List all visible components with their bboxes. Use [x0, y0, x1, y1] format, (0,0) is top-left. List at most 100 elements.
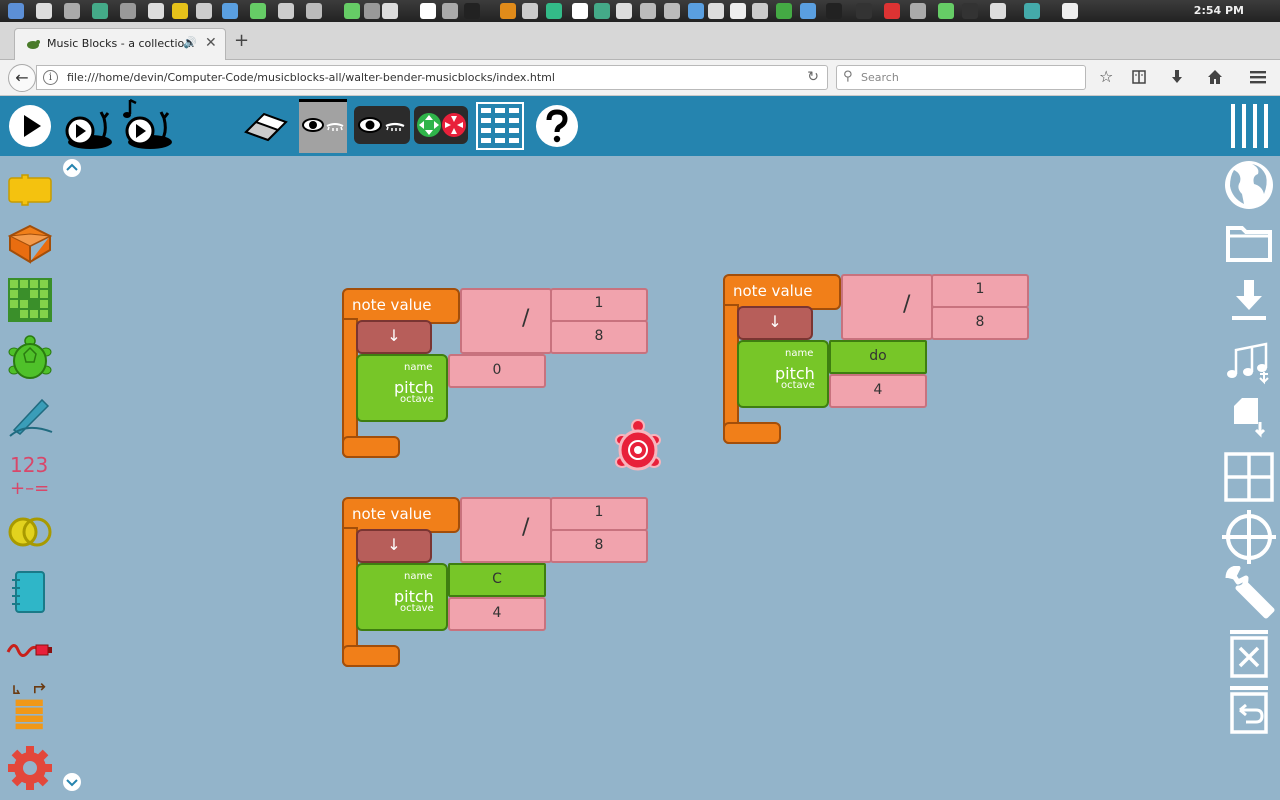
taskbar-app-icon[interactable] [752, 3, 768, 19]
delete-trash-icon[interactable] [1222, 626, 1276, 680]
browser-tab[interactable]: Music Blocks - a collectio... 🔊 ✕ [14, 28, 226, 60]
taskbar-app-icon[interactable] [36, 3, 52, 19]
note-value-block-stack-1[interactable]: note value / 1 8 ↓ name pitch octave 0 [342, 288, 652, 460]
note-value-block-stack-2[interactable]: note value / 1 8 ↓ name pitch octave do … [723, 274, 1033, 446]
stack-arrows-palette-icon[interactable] [6, 682, 54, 730]
taskbar-app-icon[interactable] [8, 3, 24, 19]
reading-list-icon[interactable] [1131, 69, 1147, 85]
taskbar-app-icon[interactable] [800, 3, 816, 19]
taskbar-app-icon[interactable] [364, 3, 380, 19]
taskbar-app-icon[interactable] [500, 3, 516, 19]
taskbar-app-icon[interactable] [120, 3, 136, 19]
info-icon[interactable]: i [43, 70, 58, 85]
down-arrow-block[interactable]: ↓ [737, 306, 813, 340]
play-button-icon[interactable] [8, 104, 52, 148]
home-icon[interactable] [1207, 69, 1223, 85]
divide-block[interactable] [460, 288, 552, 354]
collapse-blocks-button[interactable] [354, 106, 410, 144]
taskbar-app-icon[interactable] [938, 3, 954, 19]
turtle-palette-icon[interactable] [6, 334, 54, 382]
taskbar-app-icon[interactable] [1062, 3, 1078, 19]
taskbar-app-icon[interactable] [546, 3, 562, 19]
taskbar-app-icon[interactable] [688, 3, 704, 19]
download-icon[interactable] [1169, 69, 1185, 85]
bookmark-star-icon[interactable]: ☆ [1099, 67, 1113, 86]
erase-eraser-icon[interactable] [242, 108, 290, 144]
taskbar-app-icon[interactable] [464, 3, 480, 19]
help-question-icon[interactable] [535, 104, 579, 148]
taskbar-app-icon[interactable] [826, 3, 842, 19]
taskbar-app-icon[interactable] [884, 3, 900, 19]
taskbar-app-icon[interactable] [442, 3, 458, 19]
taskbar-app-icon[interactable] [640, 3, 656, 19]
pen-palette-icon[interactable] [6, 392, 54, 440]
turtle-sprite-icon[interactable] [614, 418, 662, 474]
taskbar-app-icon[interactable] [344, 3, 360, 19]
taskbar-app-icon[interactable] [910, 3, 926, 19]
notebook-palette-icon[interactable] [6, 568, 54, 616]
hide-blocks-button[interactable] [299, 99, 347, 153]
taskbar-app-icon[interactable] [616, 3, 632, 19]
save-download-icon[interactable] [1222, 274, 1276, 328]
taskbar-app-icon[interactable] [594, 3, 610, 19]
taskbar-app-icon[interactable] [990, 3, 1006, 19]
matrix-grid-palette-icon[interactable] [6, 276, 54, 324]
language-globe-icon[interactable] [1222, 158, 1276, 212]
reload-icon[interactable]: ↻ [807, 69, 819, 85]
palette-scroll-up-icon[interactable] [62, 158, 82, 178]
divide-block[interactable] [841, 274, 933, 340]
rhythm-palette-icon[interactable] [6, 166, 54, 214]
taskbar-app-icon[interactable] [522, 3, 538, 19]
taskbar-app-icon[interactable] [92, 3, 108, 19]
speaker-icon[interactable]: 🔊 [183, 36, 197, 49]
back-button[interactable]: ← [8, 64, 36, 92]
down-arrow-block[interactable]: ↓ [356, 320, 432, 354]
open-folder-icon[interactable] [1222, 216, 1276, 270]
save-sheet-icon[interactable] [1222, 392, 1276, 446]
sensor-cable-palette-icon[interactable] [6, 626, 54, 674]
note-value-block-stack-3[interactable]: note value / 1 8 ↓ name pitch octave C 4 [342, 497, 652, 669]
wrench-settings-icon[interactable] [1222, 566, 1276, 620]
taskbar-app-icon[interactable] [382, 3, 398, 19]
taskbar-app-icon[interactable] [196, 3, 212, 19]
restore-trash-icon[interactable] [1222, 682, 1276, 736]
expand-collapse-button[interactable] [414, 106, 468, 144]
taskbar-app-icon[interactable] [420, 3, 436, 19]
taskbar-app-icon[interactable] [572, 3, 588, 19]
taskbar-app-icon[interactable] [730, 3, 746, 19]
number-palette-icon[interactable]: 123 +–= [6, 450, 54, 498]
crosshair-center-icon[interactable] [1222, 510, 1276, 564]
taskbar-app-icon[interactable] [148, 3, 164, 19]
taskbar-app-icon[interactable] [306, 3, 322, 19]
taskbar-app-icon[interactable] [856, 3, 872, 19]
taskbar-app-icon[interactable] [962, 3, 978, 19]
taskbar-app-icon[interactable] [708, 3, 724, 19]
pitch-octave-label: octave [400, 603, 434, 614]
taskbar-app-icon[interactable] [172, 3, 188, 19]
new-tab-button[interactable]: + [234, 30, 249, 51]
settings-gear-palette-icon[interactable] [6, 744, 54, 792]
taskbar-app-icon[interactable] [776, 3, 792, 19]
taskbar-app-icon[interactable] [278, 3, 294, 19]
search-input[interactable]: ⚲ Search [836, 65, 1086, 90]
url-bar[interactable]: i file:///home/devin/Computer-Code/music… [36, 65, 828, 90]
taskbar-app-icon[interactable] [250, 3, 266, 19]
step-music-snail-icon[interactable] [120, 98, 176, 152]
palette-menu-bars-icon[interactable] [1228, 102, 1272, 150]
taskbar-app-icon[interactable] [664, 3, 680, 19]
down-arrow-block[interactable]: ↓ [356, 529, 432, 563]
palette-scroll-down-icon[interactable] [62, 772, 82, 792]
taskbar-app-icon[interactable] [64, 3, 80, 19]
taskbar-app-icon[interactable] [1024, 3, 1040, 19]
taskbar-app-icon[interactable] [222, 3, 238, 19]
tab-close-icon[interactable]: ✕ [205, 35, 217, 51]
save-music-notes-icon[interactable] [1222, 334, 1276, 388]
meter-box-palette-icon[interactable] [6, 220, 54, 268]
menu-hamburger-icon[interactable] [1249, 69, 1267, 85]
divide-block[interactable] [460, 497, 552, 563]
boolean-rings-palette-icon[interactable] [6, 508, 54, 556]
block-canvas[interactable]: 123 +–= note value / 1 8 ↓ name pitch oc… [0, 156, 1280, 800]
cartesian-grid-icon[interactable] [1222, 450, 1276, 504]
grid-view-icon[interactable] [476, 102, 524, 150]
play-slowly-snail-icon[interactable] [64, 104, 116, 152]
